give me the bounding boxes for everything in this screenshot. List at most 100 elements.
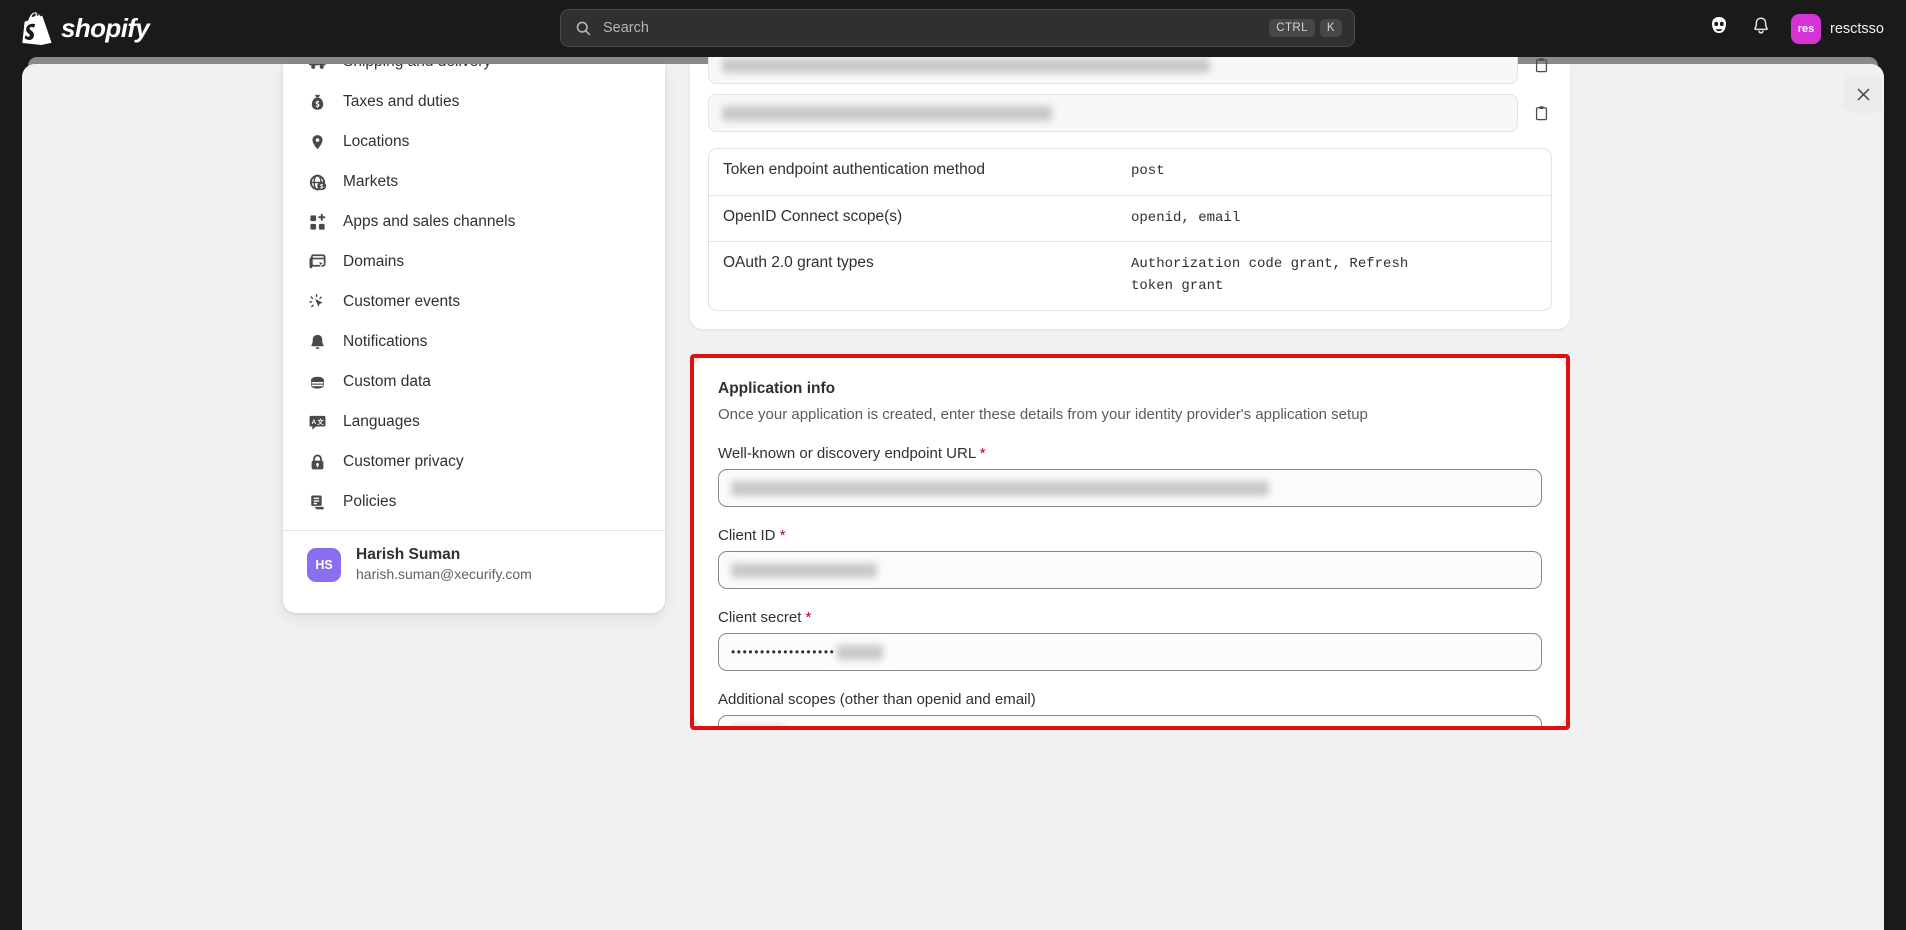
svg-text:文: 文: [317, 416, 324, 425]
sidebar-item-label: Languages: [343, 413, 420, 430]
field-label: Client secret *: [718, 609, 812, 626]
store-mask-button[interactable]: [1701, 12, 1737, 46]
field-additional-scopes: Additional scopes (other than openid and…: [718, 691, 1542, 726]
table-cell-key: OpenID Connect scope(s): [723, 207, 903, 225]
field-label: Client ID *: [718, 527, 786, 544]
application-info-card: Application info Once your application i…: [694, 358, 1566, 726]
money-bag-icon: [307, 92, 327, 112]
click-cursor-sparkle-icon: [307, 292, 327, 312]
store-avatar: res: [1791, 13, 1821, 44]
location-pin-icon: [307, 132, 327, 152]
table-cell-value: openid, email: [1131, 209, 1241, 226]
sidebar-item-policies[interactable]: Policies: [295, 482, 653, 522]
truck-icon: [307, 64, 327, 72]
globe-dollar-icon: $: [307, 172, 327, 192]
required-marker: *: [805, 609, 812, 626]
search-input[interactable]: Search CTRL K: [560, 9, 1355, 47]
top-header-bar: shopify Search CTRL K res resctsso: [0, 0, 1906, 57]
shopify-bag-icon: [22, 12, 52, 45]
sidebar-item-label: Markets: [343, 173, 399, 190]
redacted-value: [722, 57, 1210, 73]
table-row: Token endpoint authentication method pos…: [709, 149, 1551, 195]
sidebar-item-label: Shipping and delivery: [343, 64, 491, 71]
top-bar-actions: res resctsso: [1701, 0, 1894, 57]
client-secret-input[interactable]: ••••••••••••••••••: [718, 633, 1542, 671]
redacted-value: [837, 644, 884, 660]
sidebar-item-label: Locations: [343, 133, 410, 150]
sidebar-item-locations[interactable]: Locations: [295, 122, 653, 162]
table-row: OpenID Connect scope(s) openid, email: [709, 194, 1551, 242]
sidebar-item-label: Custom data: [343, 373, 431, 390]
redacted-value: [731, 562, 877, 578]
sidebar-item-customer-events[interactable]: Customer events: [295, 282, 653, 322]
store-switcher[interactable]: res resctsso: [1787, 11, 1894, 47]
field-well-known-endpoint-url: Well-known or discovery endpoint URL *: [718, 445, 1542, 507]
store-mask-icon: [1708, 16, 1730, 41]
notifications-bell-icon: [1751, 16, 1771, 41]
database-icon: [307, 372, 327, 392]
sidebar-item-label: Customer privacy: [343, 453, 464, 470]
sidebar-item-label: Customer events: [343, 293, 461, 310]
notifications-button[interactable]: [1743, 12, 1779, 46]
avatar: HS: [307, 547, 341, 582]
user-name: Harish Suman: [356, 546, 461, 563]
sidebar-item-shipping-and-delivery[interactable]: Shipping and delivery: [295, 64, 653, 82]
shopify-wordmark: shopify: [61, 13, 150, 43]
shopify-logo[interactable]: shopify: [22, 12, 150, 45]
search-placeholder: Search: [603, 20, 649, 36]
oidc-endpoints-card: Token endpoint authentication method pos…: [690, 46, 1570, 329]
sidebar-item-markets[interactable]: $ Markets: [295, 162, 653, 202]
required-marker: *: [779, 527, 786, 544]
page-title: Application info: [718, 380, 836, 397]
redacted-value: [722, 105, 1052, 121]
sidebar-item-label: Taxes and duties: [343, 93, 460, 110]
copy-icon[interactable]: [1530, 99, 1552, 127]
masked-value: ••••••••••••••••••: [731, 645, 836, 659]
sidebar-user-account[interactable]: HS Harish Suman harish.suman@xecurify.co…: [283, 531, 665, 584]
sidebar-item-label: Policies: [343, 493, 397, 510]
sidebar-item-label: Notifications: [343, 333, 428, 350]
table-row: OAuth 2.0 grant types Authorization code…: [709, 241, 1551, 309]
redacted-value: [731, 480, 1269, 496]
application-info-subtitle: Once your application is created, enter …: [718, 406, 1368, 423]
field-client-id: Client ID *: [718, 527, 1542, 589]
field-label: Well-known or discovery endpoint URL *: [718, 445, 986, 462]
sidebar-item-label: Domains: [343, 253, 405, 270]
translate-icon: A 文: [307, 412, 327, 432]
search-shortcut-key: K: [1319, 19, 1342, 37]
oidc-metadata-table: Token endpoint authentication method pos…: [708, 148, 1552, 311]
table-cell-key: OAuth 2.0 grant types: [723, 254, 874, 272]
sidebar-item-domains[interactable]: Domains: [295, 242, 653, 282]
client-id-input[interactable]: [718, 551, 1542, 589]
sidebar-item-languages[interactable]: A 文 Languages: [295, 402, 653, 442]
table-cell-value: Authorization code grant, Refresh token …: [1131, 256, 1409, 295]
sidebar-item-apps-and-sales-channels[interactable]: Apps and sales channels: [295, 202, 653, 242]
lock-icon: [307, 452, 327, 472]
svg-text:A: A: [311, 418, 316, 425]
required-marker: *: [979, 445, 986, 462]
sidebar-item-taxes-and-duties[interactable]: Taxes and duties: [295, 82, 653, 122]
logout-uri-field[interactable]: [708, 94, 1518, 132]
table-cell-value: post: [1131, 163, 1165, 179]
search-shortcut-ctrl: CTRL: [1269, 19, 1315, 37]
bell-icon: [307, 332, 327, 352]
sidebar-scroll-region[interactable]: Shipping and delivery Taxes and duties L…: [283, 64, 665, 522]
well-known-endpoint-url-input[interactable]: [718, 469, 1542, 507]
global-search[interactable]: Search CTRL K: [560, 9, 1355, 47]
apps-grid-plus-icon: [307, 212, 327, 232]
policies-document-icon: [307, 492, 327, 512]
sidebar-item-notifications[interactable]: Notifications: [295, 322, 653, 362]
close-icon[interactable]: [1844, 75, 1882, 113]
field-label: Additional scopes (other than openid and…: [718, 691, 1036, 708]
additional-scopes-input[interactable]: [718, 715, 1542, 726]
search-icon: [575, 20, 592, 37]
sidebar-item-custom-data[interactable]: Custom data: [295, 362, 653, 402]
logout-uri-row: [708, 94, 1552, 132]
sidebar-item-customer-privacy[interactable]: Customer privacy: [295, 442, 653, 482]
table-cell-key: Token endpoint authentication method: [723, 161, 985, 178]
field-client-secret: Client secret * ••••••••••••••••••: [718, 609, 1542, 671]
settings-sidebar: Shipping and delivery Taxes and duties L…: [283, 64, 665, 613]
store-name-label: resctsso: [1830, 20, 1884, 37]
sidebar-item-label: Apps and sales channels: [343, 213, 516, 230]
user-email: harish.suman@xecurify.com: [356, 566, 532, 583]
